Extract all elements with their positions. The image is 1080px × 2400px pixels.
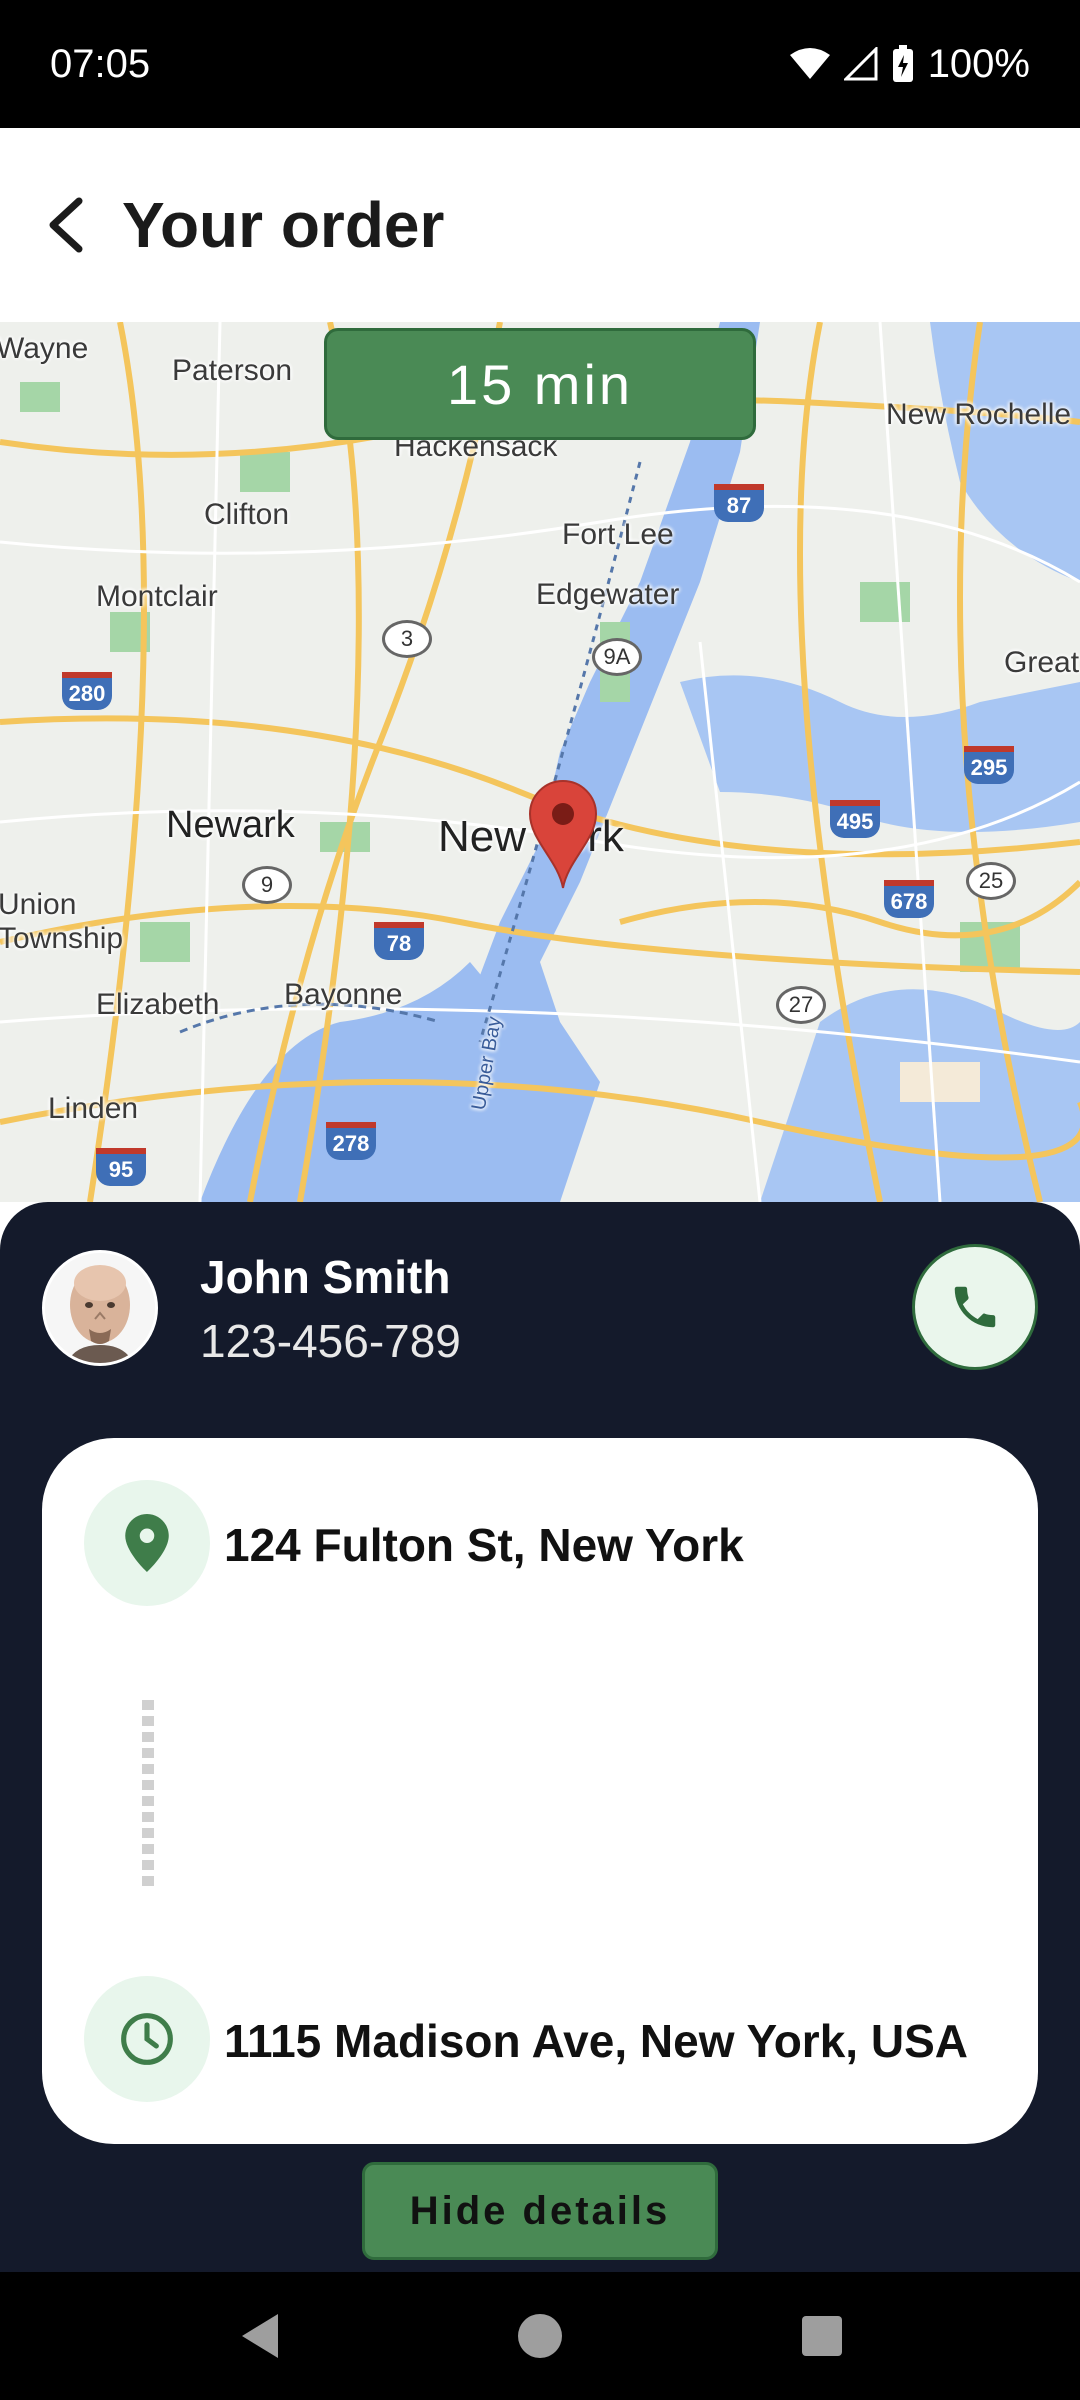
dropoff-icon-circle [84, 1976, 210, 2102]
page-title: Your order [122, 189, 445, 261]
highway-shield: 3 [382, 620, 432, 658]
order-details-sheet: John Smith 123-456-789 124 Fulton St, Ne… [0, 1202, 1080, 2272]
highway-shield: 9 [242, 866, 292, 904]
highway-shield: 9A [592, 638, 642, 676]
highway-shield: 495 [830, 800, 880, 838]
map-label: New Rochelle [886, 398, 1072, 431]
nav-home-button[interactable] [476, 2272, 604, 2400]
back-arrow-icon [49, 197, 83, 253]
pickup-address: 124 Fulton St, New York [224, 1519, 744, 1571]
map-label: Clifton [204, 498, 290, 531]
highway-shield: 78 [374, 922, 424, 960]
location-pin-icon [528, 780, 598, 889]
avatar-image [45, 1253, 155, 1363]
system-navigation-bar [0, 2272, 1080, 2400]
hide-details-button[interactable]: Hide details [362, 2162, 718, 2260]
nav-recents-button[interactable] [758, 2272, 886, 2400]
eta-badge: 15 min [324, 328, 756, 440]
map-label: Wayne [0, 332, 89, 365]
highway-shield: 87 [714, 484, 764, 522]
map-label: Paterson [172, 354, 293, 387]
driver-name: John Smith [200, 1251, 451, 1303]
route-connector [142, 1700, 154, 1888]
phone-icon [954, 1286, 996, 1328]
nav-back-button[interactable] [196, 2272, 324, 2400]
clock-icon [121, 2013, 173, 2065]
status-time: 07:05 [50, 41, 151, 86]
highway-shield: 280 [62, 672, 112, 710]
highway-shield: 25 [966, 862, 1016, 900]
map-label: Newark [166, 804, 295, 846]
driver-row: John Smith 123-456-789 [0, 1202, 1080, 1432]
call-button[interactable] [912, 1244, 1038, 1370]
map-label: Edgewater [536, 578, 680, 611]
highway-shield: 295 [964, 746, 1014, 784]
driver-avatar [42, 1250, 158, 1366]
map-label: Great [1004, 646, 1080, 679]
nav-recents-icon [802, 2316, 842, 2356]
wifi-icon [789, 48, 830, 79]
map-label: Bayonne [284, 978, 403, 1011]
nav-home-icon [518, 2314, 562, 2358]
map-label: Union Township [0, 888, 124, 955]
highway-shield: 95 [96, 1148, 146, 1186]
map-view[interactable]: Wayne Paterson Hackensack New Rochelle C… [0, 322, 1080, 1202]
highway-shield: 678 [884, 880, 934, 918]
driver-phone: 123-456-789 [200, 1315, 461, 1367]
highway-shield: 27 [776, 986, 826, 1024]
map-label: Fort Lee [562, 518, 674, 551]
highway-shield: 278 [326, 1122, 376, 1160]
back-button[interactable] [20, 180, 110, 270]
map-label: Linden [48, 1092, 139, 1125]
status-bar: 07:05 100% [0, 0, 1080, 128]
status-icons: 100% [789, 41, 1030, 87]
dropoff-address: 1115 Madison Ave, New York, USA [224, 2015, 968, 2067]
nav-back-icon [242, 2314, 278, 2358]
signal-icon [843, 47, 878, 81]
route-card: 124 Fulton St, New York 1115 Madison Ave… [42, 1438, 1038, 2144]
map-label: Elizabeth [96, 988, 220, 1021]
battery-charging-icon [892, 45, 913, 82]
pickup-icon-circle [84, 1480, 210, 1606]
location-marker-icon [125, 1514, 169, 1572]
screen: 07:05 100% Your order Wayne Paterson Hac… [0, 0, 1080, 2400]
map-label: Montclair [96, 580, 218, 613]
app-bar: Your order [0, 128, 1080, 322]
battery-percent: 100% [927, 41, 1030, 86]
